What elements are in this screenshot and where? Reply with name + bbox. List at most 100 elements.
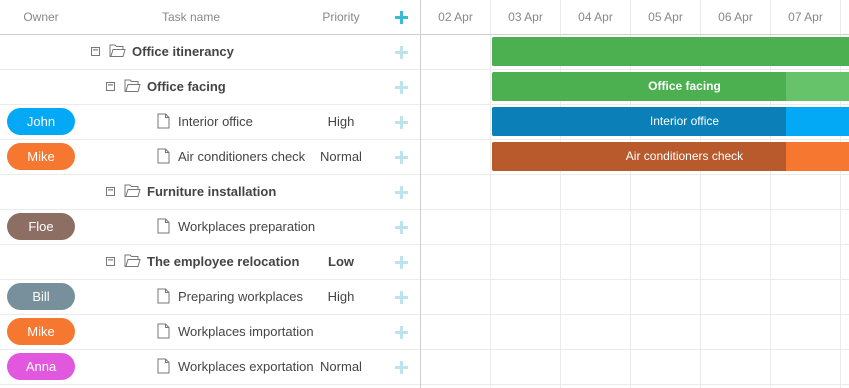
task-row[interactable]: − Office itinerancy bbox=[0, 35, 420, 70]
task-row[interactable]: Bill Preparing workplaces High bbox=[0, 280, 420, 315]
day-gridline bbox=[490, 35, 491, 388]
priority-cell: Normal bbox=[320, 359, 362, 374]
task-name-label: Office facing bbox=[147, 79, 226, 94]
task-grid: Owner Task name Priority − Office itinera… bbox=[0, 0, 420, 388]
owner-cell: Bill bbox=[0, 280, 82, 314]
row-gridline bbox=[421, 279, 849, 280]
owner-badge[interactable]: John bbox=[7, 108, 75, 135]
add-subtask-button[interactable] bbox=[382, 210, 420, 244]
add-task-header-button[interactable] bbox=[382, 0, 420, 34]
task-name-cell[interactable]: − Office facing bbox=[82, 70, 292, 104]
task-name-label: Interior office bbox=[178, 114, 253, 129]
task-row[interactable]: Mike Air conditioners check Normal bbox=[0, 140, 420, 175]
grid-header: Owner Task name Priority bbox=[0, 0, 420, 35]
task-name-cell[interactable]: − The employee relocation bbox=[82, 245, 299, 279]
row-gridline bbox=[421, 349, 849, 350]
plus-icon bbox=[394, 291, 408, 305]
collapse-toggle-icon[interactable]: − bbox=[106, 186, 115, 196]
task-bar-label: Interior office bbox=[649, 114, 720, 128]
file-icon bbox=[157, 358, 170, 374]
owner-badge[interactable]: Anna bbox=[7, 353, 75, 380]
task-row[interactable]: John Interior office High bbox=[0, 105, 420, 140]
scale-date: 07 Apr bbox=[771, 0, 841, 34]
task-name-cell[interactable]: − Furniture installation bbox=[82, 175, 292, 209]
add-subtask-button[interactable] bbox=[382, 350, 420, 384]
owner-badge[interactable]: Floe bbox=[7, 213, 75, 240]
task-row[interactable]: Anna Workplaces exportation Normal bbox=[0, 350, 420, 385]
task-row[interactable]: − Office facing bbox=[0, 70, 420, 105]
add-subtask-button[interactable] bbox=[382, 70, 420, 104]
task-name-cell[interactable]: − Office itinerancy bbox=[82, 35, 292, 69]
owner-cell bbox=[0, 175, 82, 209]
scale-date: 06 Apr bbox=[701, 0, 771, 34]
collapse-toggle-icon[interactable]: − bbox=[106, 81, 115, 91]
owner-badge[interactable]: Mike bbox=[7, 143, 75, 170]
priority-cell: High bbox=[327, 114, 355, 129]
task-name-cell[interactable]: Interior office bbox=[82, 105, 292, 139]
owner-cell: Anna bbox=[0, 350, 82, 384]
add-subtask-button[interactable] bbox=[382, 245, 420, 279]
add-subtask-button[interactable] bbox=[382, 280, 420, 314]
task-row[interactable]: − The employee relocation Low bbox=[0, 245, 420, 280]
collapse-toggle-icon[interactable]: − bbox=[106, 256, 115, 266]
scale-date: 04 Apr bbox=[561, 0, 631, 34]
priority-cell: Low bbox=[328, 254, 354, 269]
task-name-cell[interactable]: Workplaces importation bbox=[82, 315, 314, 349]
task-name-cell[interactable]: Workplaces preparation bbox=[82, 210, 315, 244]
folder-open-icon bbox=[124, 184, 141, 197]
task-name-label: Furniture installation bbox=[147, 184, 277, 199]
task-name-label: Workplaces preparation bbox=[178, 219, 316, 234]
owner-badge[interactable]: Mike bbox=[7, 318, 75, 345]
row-gridline bbox=[421, 209, 849, 210]
add-subtask-button[interactable] bbox=[382, 105, 420, 139]
task-bar-progress[interactable] bbox=[492, 37, 849, 66]
task-bar[interactable]: Interior office bbox=[492, 107, 849, 136]
add-subtask-button[interactable] bbox=[382, 140, 420, 174]
scale-date: 02 Apr bbox=[421, 0, 491, 34]
collapse-toggle-icon[interactable]: − bbox=[91, 46, 100, 56]
grid-rows: − Office itinerancy − Office facing John Inte… bbox=[0, 35, 420, 385]
task-row[interactable]: Floe Workplaces preparation bbox=[0, 210, 420, 245]
owner-cell: John bbox=[0, 105, 82, 139]
row-gridline bbox=[421, 314, 849, 315]
task-name-label: Air conditioners check bbox=[178, 149, 306, 164]
task-name-cell[interactable]: Air conditioners check bbox=[82, 140, 305, 174]
row-gridline bbox=[421, 139, 849, 140]
column-owner[interactable]: Owner bbox=[0, 0, 82, 34]
add-subtask-button[interactable] bbox=[382, 315, 420, 349]
row-gridline bbox=[421, 69, 849, 70]
file-icon bbox=[157, 148, 170, 164]
folder-open-icon bbox=[109, 44, 126, 57]
task-row[interactable]: − Furniture installation bbox=[0, 175, 420, 210]
plus-icon bbox=[394, 11, 408, 25]
add-subtask-button[interactable] bbox=[382, 175, 420, 209]
task-name-cell[interactable]: Workplaces exportation bbox=[82, 350, 314, 384]
add-subtask-button[interactable] bbox=[382, 35, 420, 69]
file-icon bbox=[157, 113, 170, 129]
task-bar[interactable] bbox=[492, 37, 849, 66]
priority-cell: Normal bbox=[320, 149, 362, 164]
owner-cell bbox=[0, 35, 82, 69]
owner-cell: Mike bbox=[0, 315, 82, 349]
owner-cell: Floe bbox=[0, 210, 82, 244]
priority-cell bbox=[300, 175, 382, 209]
priority-cell bbox=[300, 210, 382, 244]
column-priority[interactable]: Priority bbox=[300, 0, 382, 34]
folder-open-icon bbox=[124, 79, 141, 92]
priority-cell bbox=[300, 35, 382, 69]
task-name-label: Preparing workplaces bbox=[178, 289, 304, 304]
task-row[interactable]: Mike Workplaces importation bbox=[0, 315, 420, 350]
column-task-name[interactable]: Task name bbox=[82, 0, 300, 34]
plus-icon bbox=[394, 256, 408, 270]
plus-icon bbox=[394, 221, 408, 235]
task-bar[interactable]: Air conditioners check bbox=[492, 142, 849, 171]
priority-cell bbox=[300, 70, 382, 104]
scale-date: 03 Apr bbox=[491, 0, 561, 34]
owner-badge[interactable]: Bill bbox=[7, 283, 75, 310]
scale-date: 05 Apr bbox=[631, 0, 701, 34]
task-name-cell[interactable]: Preparing workplaces bbox=[82, 280, 303, 314]
task-bar[interactable]: Office facing bbox=[492, 72, 849, 101]
owner-cell bbox=[0, 70, 82, 104]
plus-icon bbox=[394, 46, 408, 60]
task-name-label: Office itinerancy bbox=[132, 44, 234, 59]
